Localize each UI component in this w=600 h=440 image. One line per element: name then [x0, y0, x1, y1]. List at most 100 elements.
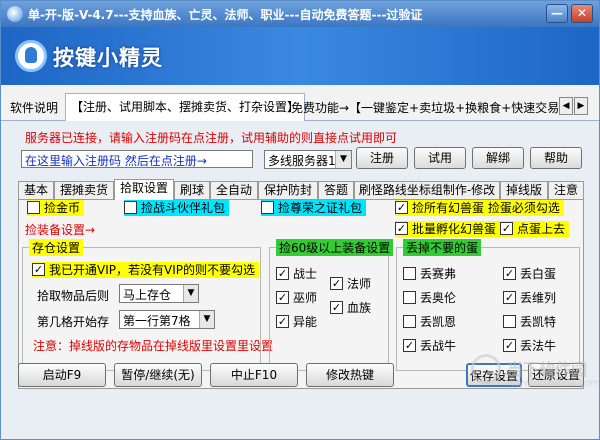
checkbox-box: ✓: [330, 301, 343, 314]
banner: 按键小精灵: [1, 27, 599, 85]
app-icon: [7, 6, 23, 22]
watermark-logo-icon: [471, 354, 501, 384]
checkbox-box: ✓: [32, 263, 45, 276]
tab-basic[interactable]: 基本: [18, 181, 54, 199]
logo-text: 按键小精灵: [53, 46, 163, 70]
chevron-down-icon: ▼: [199, 311, 214, 328]
equip-mage-label: 法师: [347, 277, 372, 291]
server-status-text: 服务器已连接，请输入注册码在点注册，试用辅助的则直接点试用即可: [25, 131, 398, 145]
equip-psionic-checkbox[interactable]: ✓ 异能: [276, 314, 317, 330]
equip-shaman-checkbox[interactable]: ✓ 巫师: [276, 290, 317, 306]
checkbox-box: [403, 315, 416, 328]
checkbox-box: ✓: [503, 267, 516, 280]
equip-warrior-label: 战士: [293, 267, 318, 281]
pause-button[interactable]: 暂停/继续(无): [114, 363, 202, 387]
close-button[interactable]: ✕: [571, 4, 593, 23]
pick-gold-checkbox[interactable]: 捡金币: [27, 200, 85, 216]
watermark-url: www.downxia.com: [507, 378, 600, 389]
pick-all-eggs-checkbox[interactable]: ✓ 捡所有幻兽蛋 捡蛋必须勾选: [395, 200, 564, 216]
checkbox-box: ✓: [395, 222, 408, 235]
equip-vampire-label: 血族: [347, 301, 372, 315]
equip60-group: 捡60级以上装备设置 ✓ 战士 ✓ 法师 ✓ 巫师 ✓ 血族 ✓ 异能: [269, 239, 394, 371]
equip-settings-label: 捡装备设置→: [25, 223, 96, 237]
start-slot-value: 第一行第7格: [123, 314, 191, 328]
storage-note: 注意：掉线版的存物品在掉线版里设置里设置: [33, 339, 274, 353]
discard-weilie-checkbox[interactable]: ✓ 丢维列: [503, 290, 556, 306]
start-slot-label: 第几格开始存: [37, 315, 110, 329]
click-up-label: 点蛋上去: [517, 222, 566, 236]
batch-hatch-checkbox[interactable]: ✓ 批量孵化幻兽蛋: [395, 221, 501, 237]
pick-gold-label: 捡金币: [44, 201, 81, 215]
checkbox-box: [27, 201, 40, 214]
tab-register-settings[interactable]: 【注册、试用脚本、摆摊卖货、打杂设置】: [65, 93, 306, 121]
checkbox-box: [124, 201, 137, 214]
server-select-value: 多线服务器1: [268, 154, 336, 168]
register-code-input[interactable]: 在这里输入注册码 然后在点注册→: [21, 150, 253, 168]
hotkey-button[interactable]: 修改热键: [306, 363, 394, 387]
window-title: 单-开-版-V-4.7---支持血族、亡灵、法师、职业---自动免费答题---过…: [28, 8, 423, 22]
tab-software-info[interactable]: 软件说明: [5, 95, 63, 119]
tab-brush-ball[interactable]: 刷球: [174, 181, 210, 199]
click-up-checkbox[interactable]: ✓ 点蛋上去: [500, 221, 570, 237]
stop-button[interactable]: 中止F10: [210, 363, 298, 387]
discard-zhanniu-checkbox[interactable]: ✓ 丢战牛: [403, 338, 456, 354]
minimize-button[interactable]: —: [546, 4, 568, 23]
tab-free-functions[interactable]: 免费功能→【一键鉴定+卖垃圾+换粮食+快速交易】: [286, 95, 576, 119]
equip-mage-checkbox[interactable]: ✓ 法师: [330, 276, 371, 292]
equip-vampire-checkbox[interactable]: ✓ 血族: [330, 300, 371, 316]
checkbox-box: ✓: [395, 201, 408, 214]
tab-protection[interactable]: 保护防封: [258, 181, 318, 199]
vip-checkbox[interactable]: ✓ 我已开通VIP，若没有VIP的则不要勾选: [32, 262, 259, 278]
checkbox-box: ✓: [276, 291, 289, 304]
watermark-text: 当下软件园: [507, 360, 588, 379]
equip-warrior-checkbox[interactable]: ✓ 战士: [276, 266, 317, 282]
checkbox-box: ✓: [500, 222, 513, 235]
server-select[interactable]: 多线服务器1 ▼: [264, 150, 352, 169]
tab-scroll-right-icon[interactable]: ▶: [574, 97, 588, 115]
tab-pickup-settings[interactable]: 拾取设置: [114, 179, 174, 200]
discard-kaite-checkbox[interactable]: 丢凯特: [503, 314, 556, 330]
trial-button[interactable]: 试用: [414, 147, 466, 169]
pick-pet-pack-label: 捡战斗伙伴礼包: [141, 201, 226, 215]
pick-noble-pack-checkbox[interactable]: 捡尊荣之证礼包: [261, 200, 367, 216]
checkbox-box: ✓: [503, 291, 516, 304]
tab-offline-version[interactable]: 掉线版: [500, 181, 548, 199]
tab-quiz[interactable]: 答题: [318, 181, 354, 199]
equip-psionic-label: 异能: [293, 315, 318, 329]
equip60-group-title: 捡60级以上装备设置: [276, 239, 394, 256]
app-window: 单-开-版-V-4.7---支持血族、亡灵、法师、职业---自动免费答题---过…: [0, 0, 600, 440]
discard-kaien-checkbox[interactable]: 丢凯恩: [403, 314, 456, 330]
discard-white-checkbox[interactable]: ✓ 丢白蛋: [503, 266, 556, 282]
discard-aolun-checkbox[interactable]: 丢奥伦: [403, 290, 456, 306]
tab-stall-sell[interactable]: 摆摊卖货: [54, 181, 114, 199]
unbind-button[interactable]: 解绑: [472, 147, 524, 169]
tab-notice[interactable]: 注意: [548, 181, 584, 199]
pick-pet-pack-checkbox[interactable]: 捡战斗伙伴礼包: [124, 200, 230, 216]
after-pick-select[interactable]: 马上存仓 ▼: [119, 284, 199, 303]
tab-auto[interactable]: 全自动: [210, 181, 258, 199]
checkbox-box: [403, 267, 416, 280]
discard-eggs-group-title: 丢掉不要的蛋: [403, 239, 482, 256]
storage-group-title: 存仓设置: [29, 239, 84, 256]
tab-scroll-left-icon[interactable]: ◀: [559, 97, 573, 115]
watermark: 当下软件园 www.downxia.com: [471, 350, 600, 400]
chevron-down-icon: ▼: [183, 285, 198, 302]
title-bar[interactable]: 单-开-版-V-4.7---支持血族、亡灵、法师、职业---自动免费答题---过…: [1, 1, 599, 27]
logo-icon: [15, 40, 47, 72]
discard-weilie-label: 丢维列: [520, 291, 557, 305]
checkbox-box: ✓: [330, 277, 343, 290]
register-button[interactable]: 注册: [356, 147, 408, 169]
tab-route-editor[interactable]: 刷怪路线坐标组制作-修改: [354, 181, 500, 199]
start-button[interactable]: 启动F9: [18, 363, 106, 387]
discard-saifu-checkbox[interactable]: 丢赛弗: [403, 266, 456, 282]
checkbox-box: ✓: [276, 315, 289, 328]
pick-noble-pack-label: 捡尊荣之证礼包: [278, 201, 363, 215]
discard-kaite-label: 丢凯特: [520, 315, 557, 329]
discard-kaien-label: 丢凯恩: [420, 315, 457, 329]
batch-hatch-label: 批量孵化幻兽蛋: [412, 222, 497, 236]
chevron-down-icon: ▼: [335, 151, 351, 168]
start-slot-select[interactable]: 第一行第7格 ▼: [119, 310, 215, 329]
help-button[interactable]: 帮助: [530, 147, 582, 169]
storage-group: 存仓设置 ✓ 我已开通VIP，若没有VIP的则不要勾选 拾取物品后则 马上存仓 ▼…: [22, 239, 273, 371]
pick-all-eggs-label: 捡所有幻兽蛋 捡蛋必须勾选: [412, 201, 560, 215]
